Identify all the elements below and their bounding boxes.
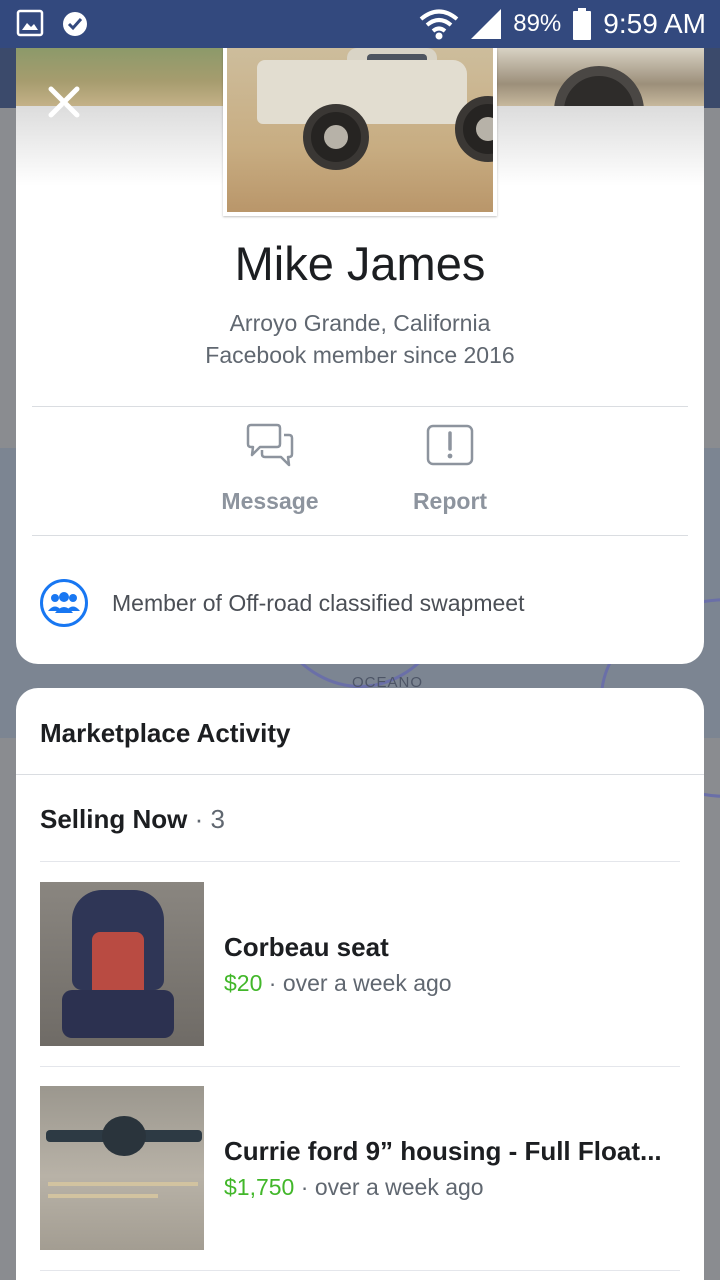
battery-icon: [573, 8, 592, 40]
listing-price: $20: [224, 970, 263, 996]
profile-photo[interactable]: [223, 48, 497, 216]
separator: ·: [300, 1174, 309, 1200]
listing-thumbnail[interactable]: [40, 1086, 204, 1250]
listing-thumbnail[interactable]: [40, 882, 204, 1046]
marketplace-title: Marketplace Activity: [40, 718, 291, 748]
separator: ·: [268, 970, 277, 996]
divider: [32, 406, 688, 407]
selling-now-header: Selling Now · 3: [40, 804, 225, 835]
listing-title: Currie ford 9” housing - Full Float...: [224, 1136, 662, 1166]
message-icon: [246, 423, 294, 467]
separator: ·: [194, 804, 204, 834]
member-since: Facebook member since 2016: [205, 342, 515, 368]
listing-item[interactable]: Corbeau seat $20 · over a week ago: [40, 882, 680, 1046]
marketplace-card: Marketplace Activity Selling Now · 3 Cor…: [16, 688, 704, 1280]
divider: [40, 1066, 680, 1067]
report-button[interactable]: Report: [380, 422, 520, 515]
group-icon: [40, 579, 88, 627]
listing-time: over a week ago: [282, 970, 452, 996]
listing-meta: $1,750 · over a week ago: [224, 1174, 484, 1201]
selling-count: 3: [210, 804, 225, 834]
listing-item[interactable]: Currie ford 9” housing - Full Float... $…: [40, 1086, 680, 1250]
message-button[interactable]: Message: [200, 422, 340, 515]
group-membership-row[interactable]: Member of Off-road classified swapmeet: [40, 578, 680, 628]
divider: [32, 535, 688, 536]
divider: [40, 1270, 680, 1271]
battery-percent: 89%: [513, 10, 562, 37]
divider: [40, 861, 680, 862]
profile-location: Arroyo Grande, California: [229, 310, 491, 336]
status-bar: 89% 9:59 AM: [0, 0, 720, 48]
divider: [16, 774, 704, 775]
tasks-icon: [63, 12, 87, 36]
wifi-icon: [419, 9, 459, 40]
report-label: Report: [412, 488, 488, 514]
clock: 9:59 AM: [603, 8, 706, 39]
report-icon: [426, 424, 474, 466]
gallery-icon: [16, 9, 44, 37]
close-button[interactable]: [44, 84, 84, 124]
group-membership-text: Member of Off-road classified swapmeet: [112, 589, 525, 616]
listing-time: over a week ago: [314, 1174, 484, 1200]
listing-meta: $20 · over a week ago: [224, 970, 452, 997]
signal-icon: [471, 9, 502, 39]
listing-price: $1,750: [224, 1174, 295, 1200]
close-icon: [48, 86, 80, 118]
message-label: Message: [221, 488, 319, 514]
listing-title: Corbeau seat: [224, 932, 389, 962]
profile-card: Mike James Arroyo Grande, California Fac…: [16, 48, 704, 664]
profile-name: Mike James: [234, 237, 486, 290]
selling-now-label: Selling Now: [40, 804, 188, 834]
